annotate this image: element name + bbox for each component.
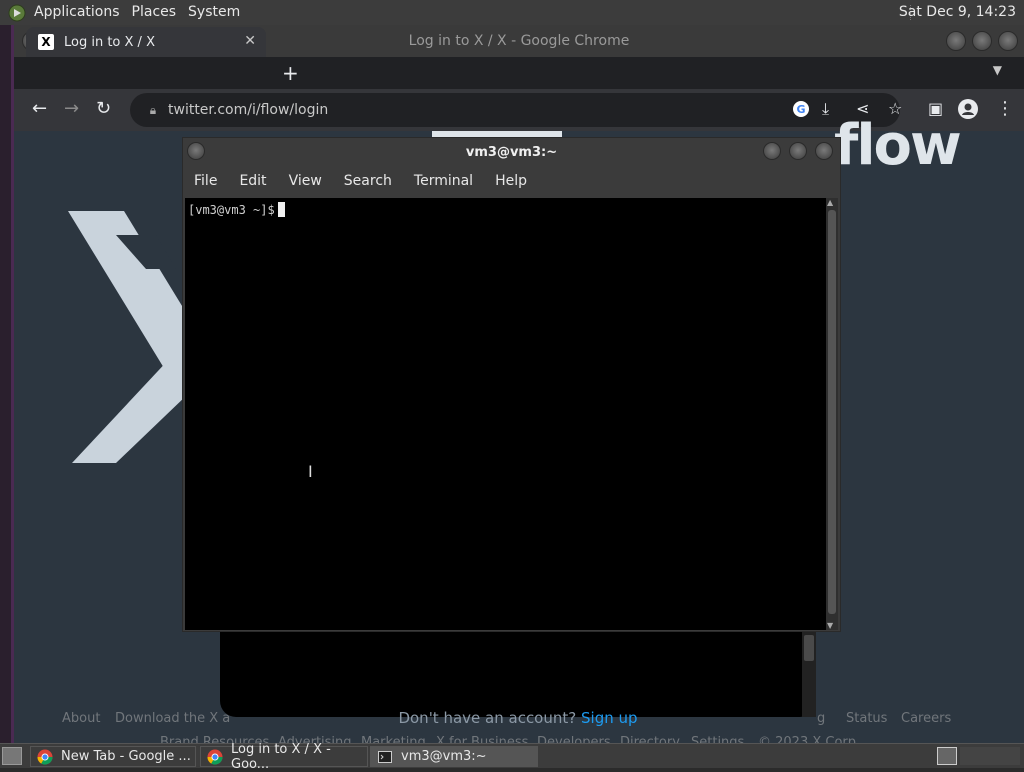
forward-arrow-icon[interactable]: →: [64, 99, 79, 119]
signup-link[interactable]: Sign up: [581, 709, 638, 727]
terminal-window-menu-button[interactable]: [187, 142, 205, 160]
terminal-title: vm3@vm3:~: [465, 144, 558, 160]
menu-file[interactable]: File: [183, 173, 228, 189]
signup-text: Don't have an account?: [398, 709, 577, 727]
ibeam-cursor-icon: I: [308, 462, 313, 481]
menu-terminal[interactable]: Terminal: [403, 173, 484, 189]
maximize-button[interactable]: [972, 31, 992, 51]
footer-settings[interactable]: Settings: [691, 735, 744, 743]
task-x-login[interactable]: Log in to X / X - Goo...: [200, 742, 368, 772]
task-label: Log in to X / X - Goo...: [231, 741, 331, 772]
chrome-icon: [37, 749, 53, 765]
terminal-icon: [377, 749, 393, 765]
task-label: New Tab - Google ...: [61, 749, 191, 764]
scroll-down-arrow-icon[interactable]: ▼: [827, 621, 833, 630]
terminal-minimize-button[interactable]: [763, 142, 781, 160]
close-window-button[interactable]: [998, 31, 1018, 51]
menu-search[interactable]: Search: [333, 173, 403, 189]
x-favicon-icon: X: [38, 34, 54, 50]
terminal-menubar: File Edit View Search Terminal Help: [183, 166, 840, 196]
minimize-button[interactable]: [946, 31, 966, 51]
footer-x-for-business[interactable]: X for Business: [436, 735, 528, 743]
footer-download[interactable]: Download the X a: [115, 711, 230, 726]
signup-prompt: Don't have an account? Sign up: [220, 709, 816, 727]
terminal-window: vm3@vm3:~ File Edit View Search Terminal…: [182, 137, 841, 632]
tab-x-login[interactable]: X Log in to X / X ✕: [26, 27, 266, 57]
footer-developers[interactable]: Developers: [537, 735, 611, 743]
menu-view[interactable]: View: [278, 173, 333, 189]
chrome-icon: [207, 749, 223, 765]
footer-copyright: © 2023 X Corp.: [758, 735, 861, 743]
tab-search-chevron-icon[interactable]: ▼: [993, 63, 1002, 77]
task-new-tab[interactable]: New Tab - Google ...: [30, 746, 196, 767]
prompt-text: [vm3@vm3 ~]$: [188, 203, 275, 217]
happening-now-heading: flow: [834, 113, 962, 178]
chrome-window-title: Log in to X / X - Google Chrome: [408, 33, 630, 49]
tab-strip: [14, 57, 1024, 89]
tab-title: Log in to X / X: [64, 34, 155, 50]
footer-careers[interactable]: Careers: [901, 711, 951, 726]
scroll-up-arrow-icon[interactable]: ▲: [827, 198, 833, 207]
google-lens-icon[interactable]: G: [792, 100, 810, 123]
menu-edit[interactable]: Edit: [228, 173, 277, 189]
url-text: twitter.com/i/flow/login: [168, 102, 329, 118]
task-label: vm3@vm3:~: [401, 749, 487, 764]
terminal-screen[interactable]: [vm3@vm3 ~]$: [185, 198, 826, 630]
lock-icon[interactable]: 🔒︎: [138, 103, 168, 118]
workspace-switcher[interactable]: [960, 747, 1020, 765]
applications-menu[interactable]: Applications: [28, 0, 126, 25]
gnome-foot-icon[interactable]: [6, 2, 28, 24]
install-app-icon[interactable]: ⤓: [822, 99, 829, 119]
clock[interactable]: Sat Dec 9, 14:23: [899, 0, 1016, 25]
new-tab-button[interactable]: +: [282, 61, 299, 85]
footer-marketing[interactable]: Marketing: [361, 735, 426, 743]
kebab-menu-icon[interactable]: ⋮: [996, 99, 1014, 119]
svg-text:G: G: [796, 103, 805, 116]
terminal-close-button[interactable]: [815, 142, 833, 160]
workspace-1[interactable]: [937, 747, 957, 765]
back-arrow-icon[interactable]: ←: [32, 99, 47, 119]
login-dialog-bottom: [220, 631, 816, 717]
terminal-scrollbar[interactable]: ▲ ▼: [826, 198, 838, 630]
places-menu[interactable]: Places: [126, 0, 183, 25]
terminal-titlebar[interactable]: vm3@vm3:~: [183, 138, 840, 166]
show-desktop-icon[interactable]: [2, 747, 22, 765]
menu-help[interactable]: Help: [484, 173, 538, 189]
profile-avatar-icon[interactable]: [958, 99, 978, 124]
system-menu[interactable]: System: [182, 0, 246, 25]
task-terminal[interactable]: vm3@vm3:~: [370, 746, 538, 767]
terminal-maximize-button[interactable]: [789, 142, 807, 160]
terminal-prompt: [vm3@vm3 ~]$: [188, 202, 285, 217]
footer-blog[interactable]: g: [817, 711, 825, 726]
bottom-taskbar: New Tab - Google ... Log in to X / X - G…: [0, 742, 1024, 772]
desktop-strip: [0, 25, 14, 743]
terminal-scroll-thumb[interactable]: [828, 210, 836, 614]
dialog-scrollbar[interactable]: [802, 631, 816, 717]
reload-icon[interactable]: ↻: [96, 99, 111, 119]
tab-close-icon[interactable]: ✕: [244, 33, 256, 49]
top-panel: Applications Places System Sat Dec 9, 14…: [0, 0, 1024, 25]
footer-directory[interactable]: Directory: [620, 735, 680, 743]
terminal-cursor: [277, 202, 285, 217]
footer-status[interactable]: Status: [846, 711, 887, 726]
footer-about[interactable]: About: [62, 711, 100, 726]
address-bar[interactable]: 🔒︎ twitter.com/i/flow/login: [130, 93, 900, 127]
